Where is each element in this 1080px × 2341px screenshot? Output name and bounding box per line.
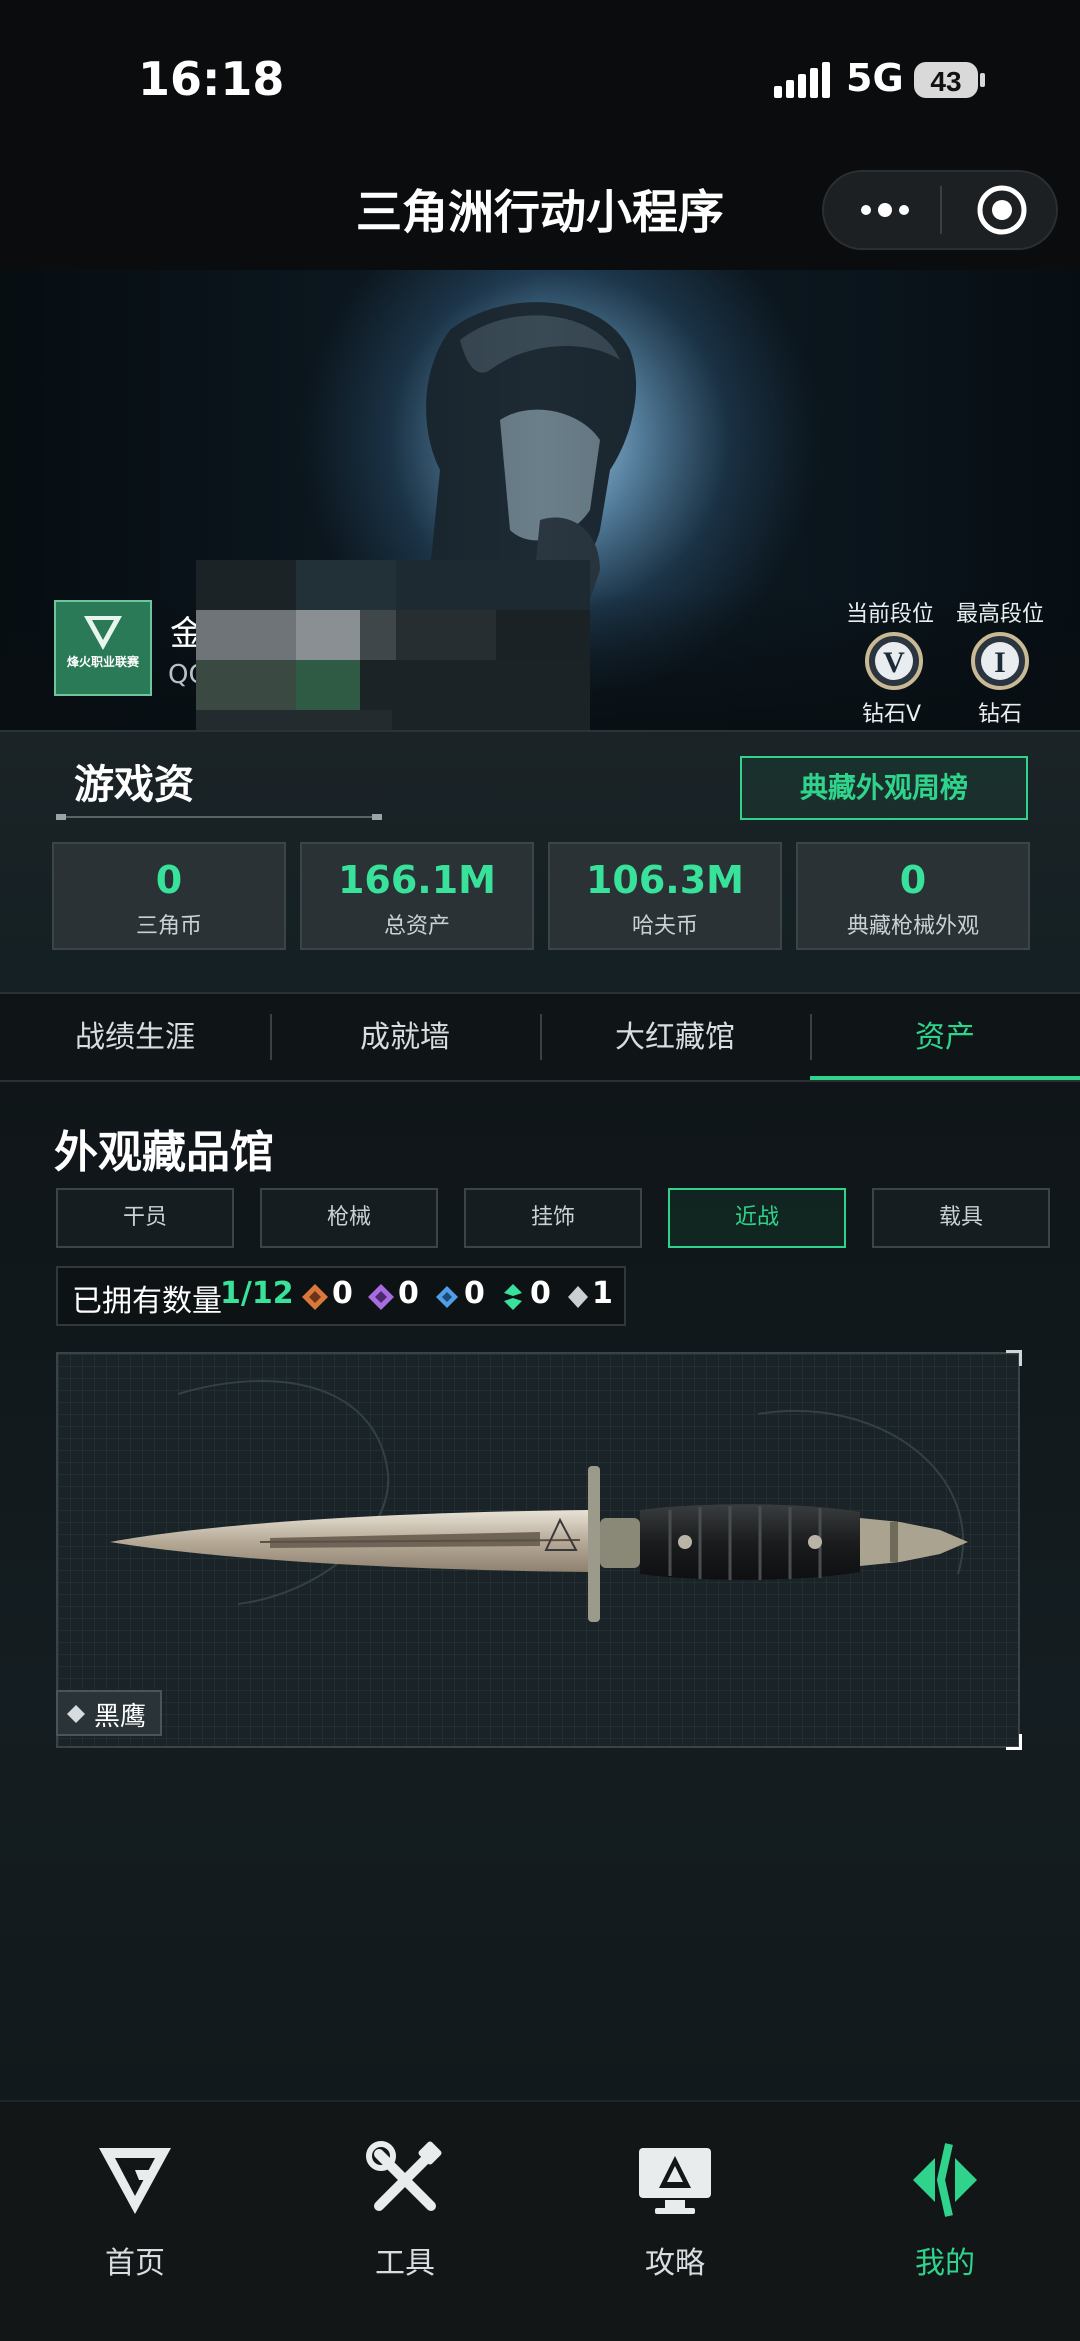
item-rarity-white-icon	[67, 1705, 85, 1723]
capsule-divider	[940, 186, 942, 234]
card-corner-mark	[1006, 1734, 1022, 1750]
stat-value: 106.3M	[585, 858, 744, 902]
item-name: 黑鹰	[94, 1702, 147, 1732]
profile-logo-icon[interactable]	[905, 2140, 985, 2220]
home-logo-icon[interactable]	[95, 2140, 175, 2220]
current-rank-name: 钻石V	[862, 702, 922, 727]
more-icon[interactable]	[850, 188, 920, 232]
stat-haf-coin: 106.3M 哈夫币	[548, 842, 782, 950]
rarity-white-icon	[568, 1286, 588, 1308]
category-operators[interactable]: 干员	[56, 1188, 234, 1248]
rarity-green-count: 0	[530, 1276, 551, 1311]
stat-label: 哈夫币	[631, 914, 698, 939]
battery-level: 43	[930, 66, 961, 97]
bottom-navigation	[0, 2100, 1080, 2341]
tools-icon[interactable]	[365, 2140, 445, 2220]
owned-count: 1/12	[220, 1276, 294, 1311]
diamond-rank-badge-max-icon: I	[971, 632, 1029, 690]
tab-red-collection[interactable]: 大红藏馆	[540, 1012, 810, 1056]
status-time: 16:18	[138, 52, 285, 106]
stat-total-assets: 166.1M 总资产	[300, 842, 534, 950]
current-rank-label: 当前段位	[846, 602, 935, 627]
rarity-orange-icon	[302, 1284, 328, 1310]
black-hawk-knife-image	[110, 1466, 968, 1622]
signal-icon	[774, 62, 830, 98]
max-rank-label: 最高段位	[956, 602, 1045, 627]
guide-monitor-icon[interactable]	[635, 2140, 715, 2220]
stat-delta-coin: 0 三角币	[52, 842, 286, 950]
nav-profile-label[interactable]: 我的	[810, 2238, 1080, 2282]
active-tab-indicator	[810, 1076, 1080, 1080]
gallery-title: 外观藏品馆	[54, 1127, 274, 1178]
weekly-ranking-button[interactable]: 典藏外观周榜	[740, 756, 1028, 820]
owned-label: 已拥有数量	[72, 1284, 222, 1319]
stat-label: 典藏枪械外观	[846, 914, 979, 939]
battery-icon: 43	[914, 62, 985, 98]
close-mini-program-icon[interactable]	[975, 183, 1029, 237]
stat-label: 三角币	[135, 914, 202, 939]
league-logo: 烽火职业联赛	[54, 600, 152, 696]
category-charms[interactable]: 挂饰	[464, 1188, 642, 1248]
stat-value: 0	[899, 858, 927, 902]
current-rank-numeral: V	[883, 646, 905, 679]
stat-label: 总资产	[383, 914, 450, 939]
nav-guide-label[interactable]: 攻略	[540, 2238, 810, 2282]
tab-assets[interactable]: 资产	[810, 1012, 1080, 1056]
section-title: 游戏资	[74, 762, 194, 808]
category-vehicles[interactable]: 载具	[872, 1188, 1050, 1248]
max-rank-numeral: I	[994, 646, 1006, 679]
diamond-rank-badge-icon: V	[865, 632, 923, 690]
tab-career[interactable]: 战绩生涯	[0, 1012, 270, 1056]
nav-tools-label[interactable]: 工具	[270, 2238, 540, 2282]
rarity-white-count: 1	[592, 1276, 613, 1311]
rarity-purple-icon	[368, 1284, 394, 1310]
title-underline	[56, 814, 382, 820]
nav-home-label[interactable]: 首页	[0, 2238, 270, 2282]
category-guns[interactable]: 枪械	[260, 1188, 438, 1248]
stat-value: 0	[155, 858, 183, 902]
stat-value: 166.1M	[337, 858, 496, 902]
max-rank-name: 钻石	[978, 702, 1023, 727]
network-label: 5G	[846, 56, 904, 100]
card-corner-mark	[1006, 1350, 1022, 1366]
rarity-orange-count: 0	[332, 1276, 353, 1311]
rarity-blue-count: 0	[464, 1276, 485, 1311]
rarity-blue-icon	[436, 1286, 458, 1308]
tab-achievements[interactable]: 成就墙	[270, 1012, 540, 1056]
league-logo-text: 烽火职业联赛	[67, 654, 140, 669]
stat-collection-skins: 0 典藏枪械外观	[796, 842, 1030, 950]
rarity-purple-count: 0	[398, 1276, 419, 1311]
category-melee[interactable]: 近战	[668, 1188, 846, 1248]
rarity-green-icon	[504, 1284, 522, 1310]
